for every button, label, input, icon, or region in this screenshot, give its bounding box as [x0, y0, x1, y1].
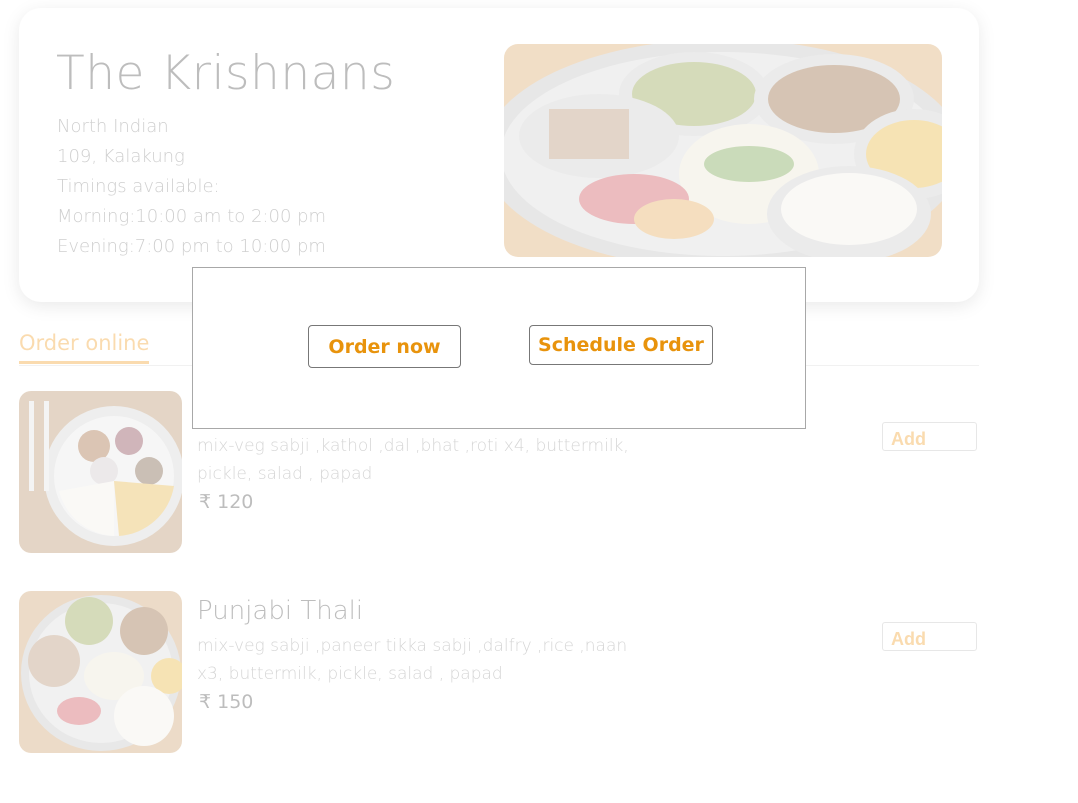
item-description: mix-veg sabji ,kathol ,dal ,bhat ,roti x… — [197, 436, 629, 484]
order-type-modal: Order now Schedule Order — [192, 267, 806, 429]
item-price: ₹ 120 — [199, 491, 254, 513]
item-price: ₹ 150 — [199, 691, 254, 713]
morning-timing: Morning:10:00 am to 2:00 pm — [57, 206, 327, 227]
schedule-order-button[interactable]: Schedule Order — [529, 325, 713, 365]
timings-label: Timings available: — [57, 176, 220, 197]
tab-order-online[interactable]: Order online — [19, 331, 150, 364]
restaurant-name: The Krishnans — [56, 46, 396, 101]
order-now-button[interactable]: Order now — [308, 325, 461, 368]
restaurant-cuisine: North Indian — [57, 116, 169, 137]
evening-timing: Evening:7:00 pm to 10:00 pm — [57, 236, 326, 257]
item-description: mix-veg sabji ,paneer tikka sabji ,dalfr… — [197, 636, 628, 684]
add-button[interactable]: Add — [882, 622, 977, 651]
restaurant-address: 109, Kalakung — [57, 146, 185, 167]
item-name: Punjabi Thali — [197, 596, 364, 626]
item-thali-image — [19, 591, 182, 753]
add-button[interactable]: Add — [882, 422, 977, 451]
menu-item: Punjabi Thali mix-veg sabji ,paneer tikk… — [19, 591, 979, 753]
item-thali-image — [19, 391, 182, 553]
restaurant-thali-image — [504, 44, 942, 257]
restaurant-card: The Krishnans North Indian 109, Kalakung… — [19, 8, 979, 302]
